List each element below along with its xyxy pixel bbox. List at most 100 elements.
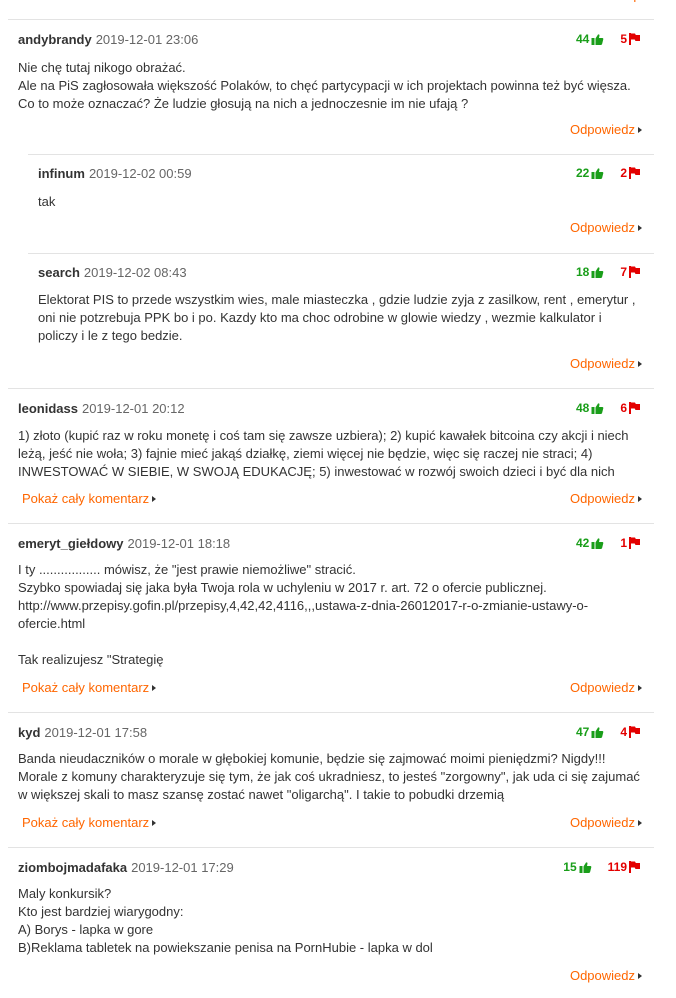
downvote-count: 6 <box>620 401 627 415</box>
upvote-count: 47 <box>575 725 590 739</box>
arrow-right-icon <box>638 685 642 691</box>
comment-date: 2019-12-01 17:58 <box>44 725 148 740</box>
downvote-count: 1 <box>620 536 627 550</box>
downvote-button[interactable]: 6 <box>620 401 640 415</box>
comment-date: 2019-12-01 17:29 <box>131 860 234 875</box>
reply-label: Odpowiedz <box>569 356 635 371</box>
comment-body: Maly konkursik? Kto jest bardziej wiaryg… <box>18 885 642 957</box>
upvote-count: 48 <box>575 401 590 415</box>
comment: leonidass 2019-12-01 20:12 48 6 1) złoto … <box>8 389 654 524</box>
upvote-count: 44 <box>575 32 590 46</box>
comment-body: I ty ................. mówisz, że "jest … <box>18 561 642 669</box>
reply-button[interactable]: Odpowiedz <box>570 968 642 983</box>
vote-box: 18 7 <box>576 265 640 279</box>
downvote-button[interactable]: 119 <box>608 860 640 874</box>
thumbs-up-icon <box>591 403 604 414</box>
downvote-count: 7 <box>620 265 627 279</box>
flag-icon <box>629 266 640 278</box>
comment-author[interactable]: emeryt_giełdowy <box>18 536 124 551</box>
comment-body: 1) złoto (kupić raz w roku monetę i coś … <box>18 427 642 481</box>
reply-button[interactable]: Odpowiedz <box>570 356 642 371</box>
comment-text: Nie chę tutaj nikogo obrażać. Ale na PiS… <box>18 60 631 111</box>
comment-text: 1) złoto (kupić raz w roku monetę i coś … <box>18 428 629 479</box>
flag-icon <box>629 33 640 45</box>
comment-header: leonidass 2019-12-01 20:12 48 6 <box>18 401 640 417</box>
reply-label: Odpowiedz <box>569 491 635 506</box>
downvote-count: 2 <box>620 166 627 180</box>
reply-label: Odpowiedz <box>569 122 635 137</box>
reply-button[interactable]: Odpowiedz <box>570 122 642 137</box>
thumbs-up-icon <box>579 862 592 873</box>
downvote-count: 119 <box>607 860 627 874</box>
reply-label: Odpowiedz <box>569 680 635 695</box>
downvote-button[interactable]: 5 <box>620 32 640 46</box>
comment-body: Nie chę tutaj nikogo obrażać. Ale na PiS… <box>18 59 642 113</box>
show-full-comment-button[interactable]: Pokaż cały komentarz <box>22 680 157 695</box>
comment-author[interactable]: andybrandy <box>18 32 92 47</box>
comment-reply: search 2019-12-02 08:43 18 7 Elektorat PI… <box>28 254 654 388</box>
comment-text: tak <box>38 194 56 209</box>
thumbs-up-icon <box>591 538 604 549</box>
arrow-right-icon <box>638 225 642 231</box>
arrow-right-icon <box>152 820 157 826</box>
show-full-comment-button[interactable]: Pokaż cały komentarz <box>22 491 157 506</box>
upvote-button[interactable]: 15 <box>563 860 591 874</box>
thumbs-up-icon <box>591 727 604 738</box>
upvote-button[interactable]: 44 <box>576 32 604 46</box>
downvote-button[interactable]: 4 <box>620 725 640 739</box>
comment-header: kyd 2019-12-01 17:58 47 4 <box>18 725 640 741</box>
reply-label: Odpowiedz <box>569 968 635 983</box>
reply-button[interactable]: Odpowiedz <box>570 815 642 830</box>
upvote-button[interactable]: 18 <box>576 265 604 279</box>
flag-icon <box>629 167 640 179</box>
downvote-button[interactable]: 7 <box>620 265 640 279</box>
comment-author[interactable]: leonidass <box>18 401 78 416</box>
comment-date: 2019-12-01 20:12 <box>81 401 185 416</box>
arrow-right-icon <box>638 361 642 367</box>
comment-header: search 2019-12-02 08:43 18 7 <box>38 265 640 281</box>
upvote-button[interactable]: 42 <box>576 536 604 550</box>
comment: emeryt_giełdowy 2019-12-01 18:18 42 1 I t… <box>8 524 654 713</box>
comment-author[interactable]: search <box>38 265 80 280</box>
comment-header: emeryt_giełdowy 2019-12-01 18:18 42 1 <box>18 536 640 552</box>
downvote-count: 4 <box>620 725 627 739</box>
comment-author[interactable]: kyd <box>18 725 40 740</box>
comment-reply: infinum 2019-12-02 00:59 22 2 tak Odpowie… <box>28 155 654 254</box>
show-full-label: Pokaż cały komentarz <box>22 680 150 695</box>
downvote-button[interactable]: 2 <box>620 166 640 180</box>
comment-date: 2019-12-01 23:06 <box>95 32 199 47</box>
comment-author[interactable]: ziombojmadafaka <box>18 860 127 875</box>
comment-author[interactable]: infinum <box>38 166 85 181</box>
comment-header: ziombojmadafaka 2019-12-01 17:29 15 119 <box>18 860 640 876</box>
vote-box: 48 6 <box>576 401 640 415</box>
reply-button[interactable]: Odpowiedz <box>570 680 642 695</box>
downvote-count: 5 <box>620 32 627 46</box>
upvote-button[interactable]: 22 <box>576 166 604 180</box>
vote-box: 22 2 <box>576 166 640 180</box>
comment-header: andybrandy 2019-12-01 23:06 44 5 <box>18 32 640 48</box>
reply-label: Odpowiedz <box>569 815 635 830</box>
reply-button[interactable]: Odpowiedz <box>570 491 642 506</box>
vote-box: 47 4 <box>576 725 640 739</box>
comment: ziombojmadafaka 2019-12-01 17:29 15 119 M… <box>8 848 654 998</box>
comment-text: Elektorat PIS to przede wszystkim wies, … <box>38 292 636 343</box>
show-full-comment-button[interactable]: Pokaż cały komentarz <box>22 815 157 830</box>
comment-body: tak <box>38 193 642 211</box>
vote-box: 42 1 <box>576 536 640 550</box>
arrow-right-icon <box>638 496 642 502</box>
show-full-label: Pokaż cały komentarz <box>22 491 150 506</box>
upvote-button[interactable]: 48 <box>576 401 604 415</box>
reply-button[interactable]: Odpowiedz <box>570 220 642 235</box>
comment-text: Banda nieudaczników o morale w głębokiej… <box>18 751 640 802</box>
show-full-label: Pokaż cały komentarz <box>22 815 150 830</box>
comment-header: infinum 2019-12-02 00:59 22 2 <box>38 166 640 182</box>
flag-icon <box>629 537 640 549</box>
flag-icon <box>629 861 640 873</box>
downvote-button[interactable]: 1 <box>620 536 640 550</box>
comment-text: Maly konkursik? Kto jest bardziej wiaryg… <box>18 886 433 955</box>
previous-reply-link-fragment[interactable]: Odpowiedz <box>616 0 638 2</box>
flag-icon <box>629 726 640 738</box>
vote-box: 44 5 <box>576 32 640 46</box>
upvote-button[interactable]: 47 <box>576 725 604 739</box>
upvote-count: 22 <box>575 166 590 180</box>
